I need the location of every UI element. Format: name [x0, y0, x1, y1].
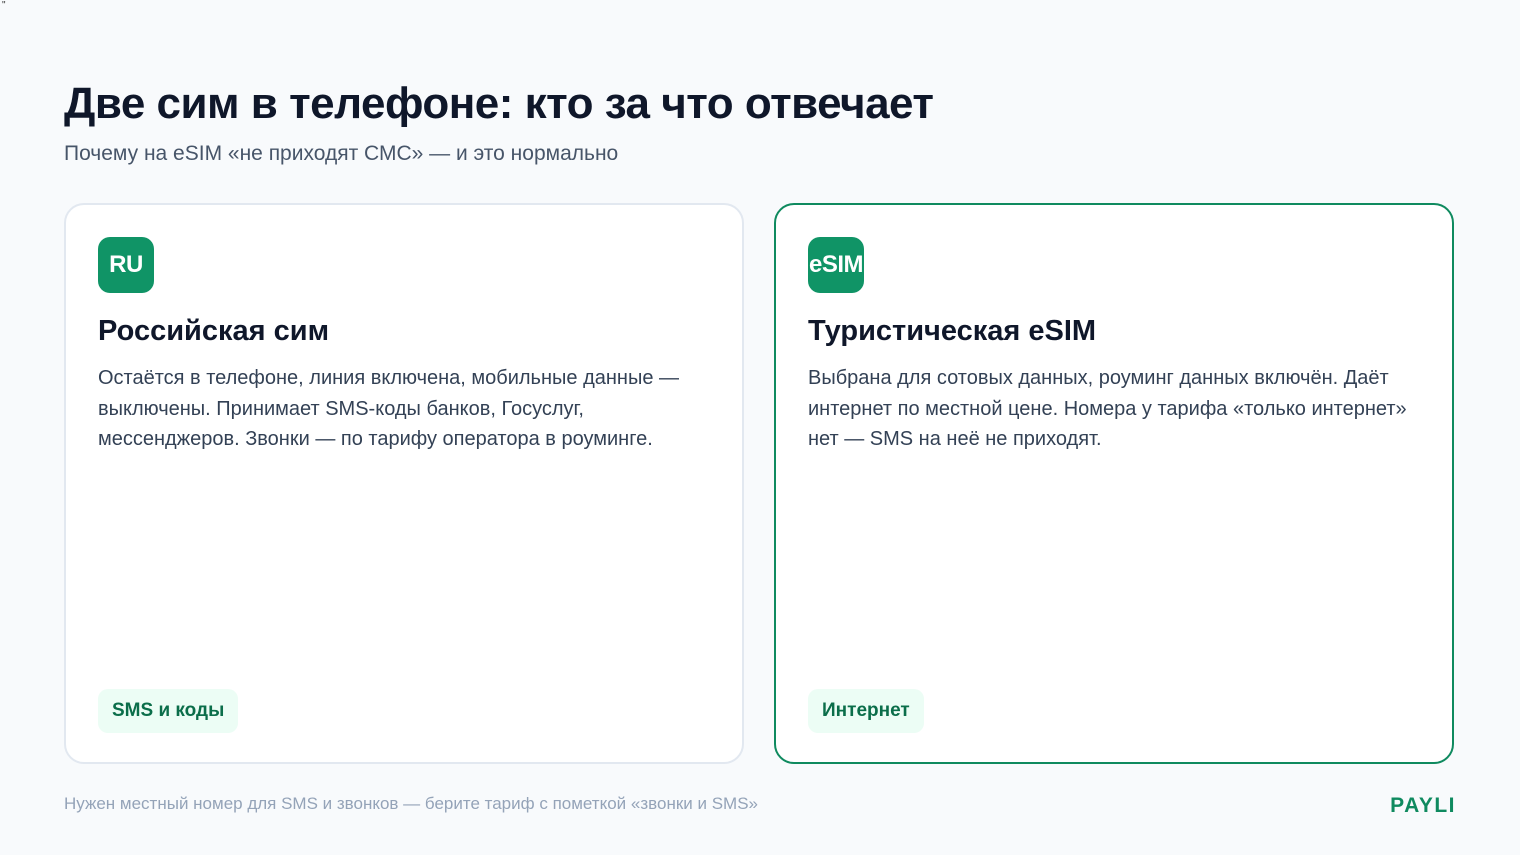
stray-quote-mark: "	[2, 0, 6, 11]
page-title: Две сим в телефоне: кто за что отвечает	[64, 79, 934, 128]
card-title: Российская сим	[98, 315, 330, 347]
card-russian-sim: RU Российская сим Остаётся в телефоне, л…	[64, 203, 744, 764]
card-description: Остаётся в телефоне, линия включена, моб…	[98, 367, 680, 450]
footer-note: Нужен местный номер для SMS и звонков — …	[64, 794, 758, 813]
card-title: Туристическая eSIM	[808, 315, 1097, 347]
card-description: Выбрана для сотовых данных, роуминг данн…	[808, 367, 1407, 450]
tag-internet: Интернет	[808, 689, 924, 733]
card-tourist-esim: eSIM Туристическая eSIM Выбрана для сото…	[774, 203, 1454, 764]
ru-badge-icon: RU	[98, 237, 154, 293]
tag-sms-codes: SMS и коды	[98, 689, 239, 733]
esim-badge-icon: eSIM	[808, 237, 864, 293]
page-subtitle: Почему на eSIM «не приходят СМС» — и это…	[64, 142, 619, 165]
brand-logo: PAYLI	[1390, 794, 1456, 817]
